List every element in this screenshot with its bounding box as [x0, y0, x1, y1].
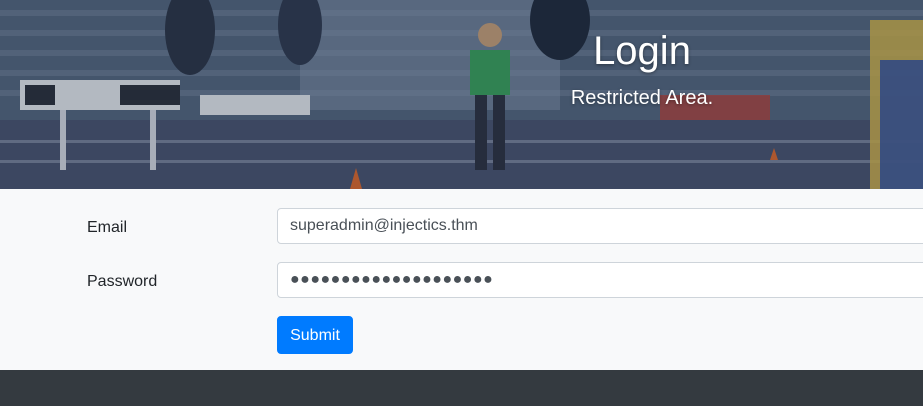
- login-form: Email superadmin@injectics.thm Password …: [0, 189, 923, 370]
- email-field[interactable]: superadmin@injectics.thm: [277, 208, 923, 244]
- password-label: Password: [87, 273, 158, 290]
- email-label: Email: [87, 219, 128, 236]
- hero-banner: Login Restricted Area.: [0, 0, 923, 189]
- password-field[interactable]: ●●●●●●●●●●●●●●●●●●●●: [277, 262, 923, 298]
- footer: [0, 370, 923, 406]
- login-page: Login Restricted Area. Email superadmin@…: [0, 0, 923, 406]
- page-title: Login: [593, 29, 691, 73]
- submit-button[interactable]: Submit: [277, 316, 353, 354]
- page-subtitle: Restricted Area.: [570, 87, 714, 109]
